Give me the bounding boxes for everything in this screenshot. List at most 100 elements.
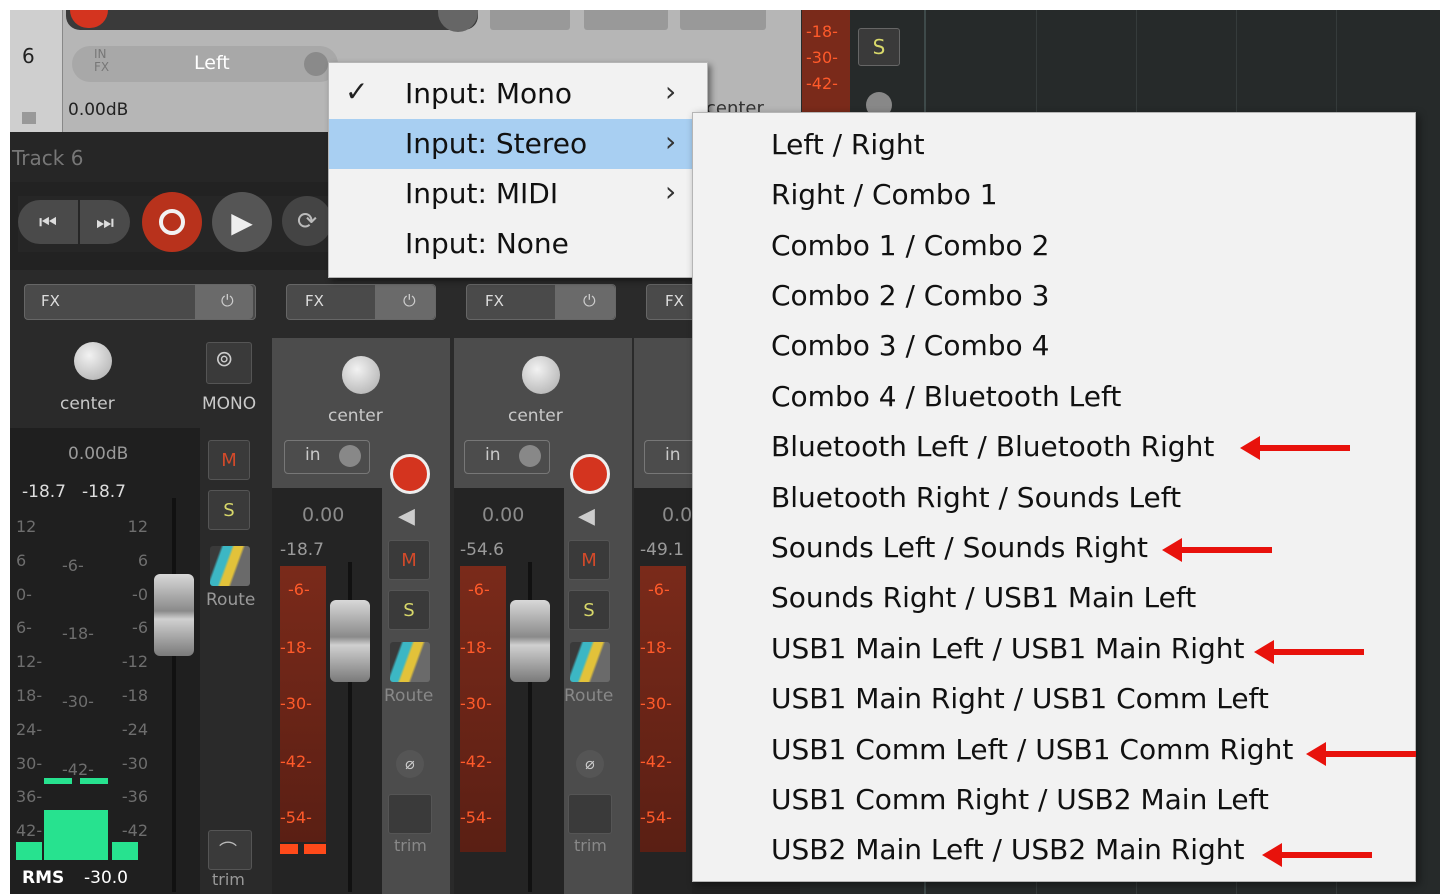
master-peak-right: -18.7 <box>82 482 126 502</box>
speaker-icon[interactable]: ◀ <box>578 504 595 529</box>
submenu-item[interactable]: USB1 Main Right / USB1 Comm Left <box>693 673 1415 723</box>
chevron-right-icon: › <box>665 175 677 208</box>
scale-tick: 30- <box>16 753 43 773</box>
master-fader[interactable] <box>154 574 194 656</box>
record-button[interactable] <box>142 192 202 252</box>
master-fader-track <box>172 498 176 892</box>
annotation-arrow <box>1162 538 1272 562</box>
submenu-item[interactable]: Bluetooth Right / Sounds Left <box>693 472 1415 522</box>
submenu-item[interactable]: USB1 Main Left / USB1 Main Right <box>693 623 1415 673</box>
io-button[interactable] <box>680 10 766 30</box>
meter-tick: -6- <box>288 580 310 599</box>
menu-item-input-mono[interactable]: ✓ Input: Mono › <box>329 69 707 119</box>
submenu-item[interactable]: Combo 3 / Combo 4 <box>693 320 1415 370</box>
in-fx-label[interactable]: IN FX <box>94 48 109 74</box>
strip-2-trim-button[interactable] <box>568 794 612 834</box>
submenu-item-label: Left / Right <box>771 128 925 161</box>
strip-1-fx-slot[interactable]: FX ⏻ <box>286 284 436 320</box>
submenu-item-label: Combo 1 / Combo 2 <box>771 229 1050 262</box>
track-number-column <box>10 10 62 132</box>
submenu-item[interactable]: Sounds Left / Sounds Right <box>693 522 1415 572</box>
scale-tick: -24 <box>121 719 148 739</box>
chevron-right-icon: › <box>665 125 677 158</box>
annotation-arrow <box>1306 742 1416 766</box>
route-icon[interactable] <box>210 546 250 586</box>
strip-2-record-arm[interactable] <box>570 454 610 494</box>
strip-1-trim-button[interactable] <box>388 794 432 834</box>
input-selector[interactable]: IN FX Left <box>72 46 338 82</box>
meter-tick: -42- <box>280 752 312 771</box>
speaker-icon[interactable]: ◀ <box>398 504 415 529</box>
strip-2-input-selector[interactable]: in <box>464 440 550 474</box>
strip-1-peak: -18.7 <box>280 540 324 560</box>
skip-back-button[interactable]: ⏮ <box>18 200 78 244</box>
dropdown-icon <box>519 445 541 467</box>
fx-button[interactable] <box>490 10 570 30</box>
master-mute-button[interactable]: M <box>208 440 250 480</box>
phase-icon[interactable]: ⌀ <box>576 750 604 778</box>
strip-1-input-selector[interactable]: in <box>284 440 370 474</box>
route-icon[interactable] <box>570 642 610 682</box>
strip-1-fader[interactable] <box>330 600 370 682</box>
route-icon[interactable] <box>390 642 430 682</box>
strip-2-pan-knob[interactable] <box>522 356 560 394</box>
track-folder-icon[interactable] <box>22 112 36 124</box>
volume-fader-track[interactable] <box>66 10 478 30</box>
loop-button[interactable]: ⟳ <box>282 196 332 246</box>
menu-item-label: Input: Mono <box>405 77 573 110</box>
meter-tick: -18- <box>280 638 312 657</box>
annotation-arrow <box>1240 436 1350 460</box>
master-pan-knob[interactable] <box>74 342 112 380</box>
play-icon: ▶ <box>231 205 253 239</box>
strip-2-solo-button[interactable]: S <box>568 590 610 630</box>
master-trim-button[interactable]: ⌒ <box>208 830 252 870</box>
submenu-item[interactable]: Left / Right <box>693 119 1415 169</box>
strip-2-fader[interactable] <box>510 600 550 682</box>
menu-item-input-stereo[interactable]: Input: Stereo › <box>329 119 707 169</box>
strip-1-solo-button[interactable]: S <box>388 590 430 630</box>
master-peak-left: -18.7 <box>22 482 66 502</box>
scale-tick: 12 <box>127 517 148 536</box>
skip-forward-button[interactable]: ⏭ <box>80 200 130 244</box>
strip-1-record-arm[interactable] <box>390 454 430 494</box>
meter-tick: -42- <box>806 74 838 93</box>
mono-icon: ⊚ <box>215 347 234 372</box>
submenu-item-label: Combo 3 / Combo 4 <box>771 329 1050 362</box>
strip-3-fx-slot[interactable]: FX <box>646 284 693 320</box>
scale-tick: -30 <box>121 753 148 773</box>
meter-tick: -18- <box>806 22 838 41</box>
submenu-item[interactable]: USB2 Main Left / USB2 Main Right <box>693 824 1415 874</box>
strip-1-pan-knob[interactable] <box>342 356 380 394</box>
play-button[interactable]: ▶ <box>212 192 272 252</box>
submenu-item[interactable]: Combo 4 / Bluetooth Left <box>693 371 1415 421</box>
meter-peak-right <box>304 844 326 854</box>
strip-1-mute-button[interactable]: M <box>388 540 430 580</box>
submenu-item[interactable]: Combo 2 / Combo 3 <box>693 270 1415 320</box>
strip-2-fx-slot[interactable]: FX ⏻ <box>466 284 616 320</box>
scale-tick: 18- <box>16 685 43 705</box>
strip-2-mute-button[interactable]: M <box>568 540 610 580</box>
meter-tick: -6- <box>648 580 670 599</box>
fx-label: FX <box>485 292 504 310</box>
master-solo-button[interactable]: S <box>208 490 250 530</box>
master-fx-slot[interactable]: FX ⏻ <box>24 284 256 320</box>
submenu-item[interactable]: Sounds Right / USB1 Main Left <box>693 572 1415 622</box>
submenu-item[interactable]: Right / Combo 1 <box>693 169 1415 219</box>
trim-button[interactable] <box>584 10 668 30</box>
submenu-item[interactable]: USB1 Comm Right / USB2 Main Left <box>693 774 1415 824</box>
strip-3-input-selector[interactable]: in <box>644 440 693 474</box>
menu-item-input-midi[interactable]: Input: MIDI › <box>329 169 707 219</box>
submenu-item-label: Sounds Right / USB1 Main Left <box>771 581 1197 614</box>
track-name[interactable]: Track 6 <box>12 146 83 170</box>
menu-item-input-none[interactable]: Input: None <box>329 219 707 269</box>
strip-3-volume: 0.0 <box>662 504 693 526</box>
mono-button[interactable]: ⊚ <box>206 342 252 384</box>
submenu-item[interactable]: Combo 1 / Combo 2 <box>693 220 1415 270</box>
submenu-item-label: Sounds Left / Sounds Right <box>771 531 1148 564</box>
rms-bar-right <box>112 842 138 860</box>
meter-tick: -30- <box>460 694 492 713</box>
phase-icon[interactable]: ⌀ <box>396 750 424 778</box>
scale-tick: 24- <box>16 719 43 739</box>
solo-button[interactable]: S <box>858 28 900 66</box>
skip-forward-icon: ⏭ <box>96 210 114 234</box>
